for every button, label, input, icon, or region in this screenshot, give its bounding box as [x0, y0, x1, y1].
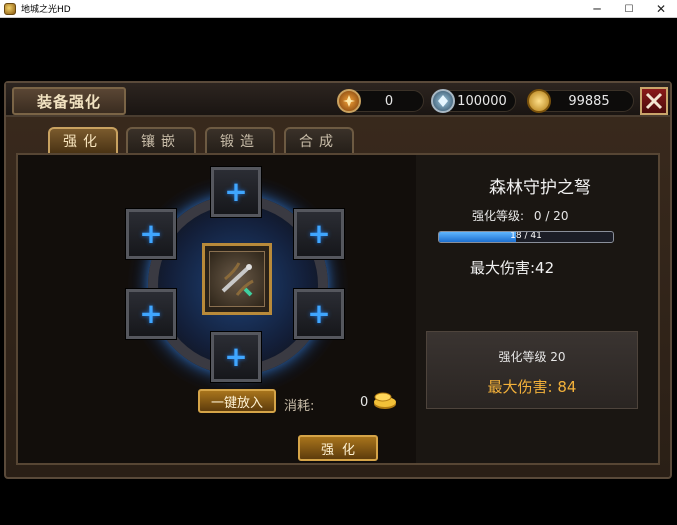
crystal-emblem-icon [431, 89, 455, 113]
enhance-level-label: 强化等级: [472, 209, 525, 223]
item-info-panel: 森林守护之弩 强化等级: 0 / 20 18 / 41 最大伤害:42 强化等级… [422, 155, 658, 463]
enhance-level-row: 强化等级: 0 / 20 [472, 207, 568, 224]
plus-icon: + [139, 297, 163, 330]
next-level-preview: 强化等级 20 最大伤害: 84 [426, 331, 638, 409]
equipment-slot[interactable] [202, 243, 272, 315]
next-level-text: 强化等级 20 [498, 350, 566, 364]
socket-slot-upper-left[interactable]: + [125, 208, 177, 260]
maximize-icon: ☐ [624, 3, 634, 15]
tab-forge[interactable]: 锻造 [205, 127, 275, 153]
panel-title: 装备强化 [12, 87, 126, 115]
app-icon [4, 2, 16, 15]
item-name: 森林守护之弩 [489, 178, 591, 198]
enhance-button[interactable]: 强化 [298, 435, 378, 461]
max-damage: 最大伤害:42 [470, 259, 555, 277]
minimize-icon: ─ [593, 2, 601, 16]
currency-fire: 0 [337, 89, 424, 113]
maximize-button[interactable]: ☐ [613, 0, 645, 18]
panel-header: 装备强化 0 100000 99885 [6, 83, 670, 117]
progress-text: 18 / 41 [510, 231, 542, 241]
auto-fill-button[interactable]: 一键放入 [198, 389, 276, 413]
socket-slot-bottom[interactable]: + [210, 331, 262, 383]
plus-icon: + [224, 340, 248, 373]
socket-slot-lower-right[interactable]: + [293, 288, 345, 340]
item-frame [209, 251, 265, 307]
cost-value: 0 [360, 395, 369, 410]
currency-crystal-value: 100000 [457, 93, 507, 109]
fire-emblem-icon [337, 89, 361, 113]
next-max-damage: 最大伤害: 84 [487, 378, 577, 396]
socket-slot-upper-right[interactable]: + [293, 208, 345, 260]
socket-slot-lower-left[interactable]: + [125, 288, 177, 340]
enhance-level-value: 0 / 20 [533, 209, 569, 223]
socket-slot-top[interactable]: + [210, 166, 262, 218]
gold-coins-icon [374, 392, 396, 409]
window-close-button[interactable]: ✕ [645, 0, 677, 18]
window-titlebar: 地城之光HD ─ ☐ ✕ [0, 0, 677, 18]
close-x-icon [645, 92, 663, 110]
window-title: 地城之光HD [21, 5, 71, 15]
crossbow-icon [221, 262, 254, 297]
enhance-panel: 装备强化 0 100000 99885 强化 镶嵌 锻造 合成 + + + + … [4, 81, 672, 479]
close-icon: ✕ [655, 2, 667, 16]
currency-fire-value: 0 [384, 93, 394, 109]
window-controls: ─ ☐ ✕ [581, 0, 677, 18]
enhance-progress-bar: 18 / 41 [438, 231, 614, 243]
tab-inlay[interactable]: 镶嵌 [126, 127, 196, 153]
plus-icon: + [307, 217, 331, 250]
content-area: + + + + + + 一键放入 消耗: 0 森林守护之弩 强化等级: 0 / … [16, 153, 660, 465]
minimize-button[interactable]: ─ [581, 0, 613, 18]
currency-gold: 99885 [527, 89, 634, 113]
cost-label: 消耗: [284, 399, 315, 414]
gold-coin-icon [527, 89, 551, 113]
currency-crystal: 100000 [431, 89, 516, 113]
game-viewport: 装备强化 0 100000 99885 强化 镶嵌 锻造 合成 + + + + … [0, 18, 677, 525]
plus-icon: + [307, 297, 331, 330]
tab-combine[interactable]: 合成 [284, 127, 354, 153]
panel-close-button[interactable] [640, 87, 668, 115]
currency-gold-value: 99885 [568, 93, 610, 109]
plus-icon: + [224, 175, 248, 208]
plus-icon: + [139, 217, 163, 250]
enhance-stage: + + + + + + 一键放入 消耗: 0 [18, 155, 416, 463]
tab-enhance[interactable]: 强化 [48, 127, 118, 153]
